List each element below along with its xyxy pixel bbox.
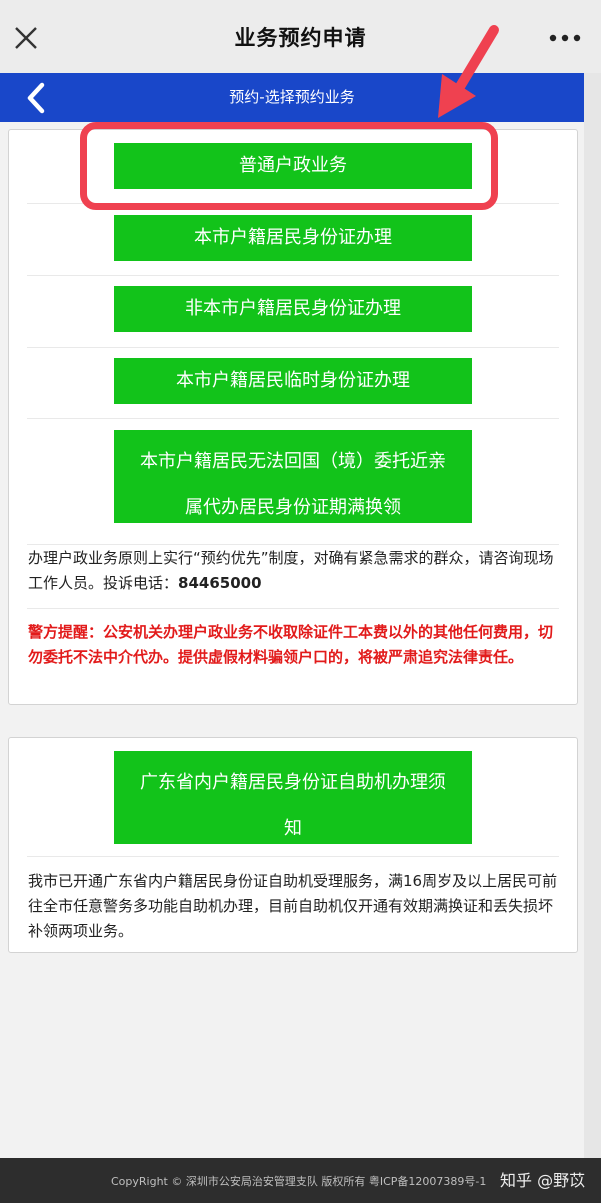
button-label: 本市户籍居民临时身份证办理 <box>176 370 410 391</box>
button-label: 本市户籍居民身份证办理 <box>194 227 392 248</box>
button-general-household-service[interactable]: 普通户政业务 <box>114 143 472 189</box>
list-item: 非本市户籍居民身份证办理 <box>27 275 559 348</box>
button-local-id-card[interactable]: 本市户籍居民身份证办理 <box>114 215 472 261</box>
list-item: 广东省内户籍居民身份证自助机办理须 知 <box>27 738 559 857</box>
list-item: 本市户籍居民无法回国（境）委托近亲 属代办居民身份证期满换领 <box>27 418 559 545</box>
nav-title: 预约-选择预约业务 <box>229 88 355 106</box>
police-warning: 警方提醒：公安机关办理户政业务不收取除证件工本费以外的其他任何费用，切勿委托不法… <box>28 623 554 666</box>
button-proxy-id-renewal[interactable]: 本市户籍居民无法回国（境）委托近亲 属代办居民身份证期满换领 <box>114 430 472 523</box>
page-edge-shadow <box>584 73 601 1158</box>
service-list-card: 普通户政业务 本市户籍居民身份证办理 非本市户籍居民身份证办理 本市户籍居民临时… <box>8 129 578 705</box>
page-title: 业务预约申请 <box>234 26 367 50</box>
nav-bar: 预约-选择预约业务 <box>0 73 584 122</box>
app-title-bar: 业务预约申请 <box>0 0 601 73</box>
more-icon[interactable] <box>547 28 583 48</box>
button-nonlocal-id-card[interactable]: 非本市户籍居民身份证办理 <box>114 286 472 332</box>
list-item: 本市户籍居民身份证办理 <box>27 203 559 276</box>
list-item: 普通户政业务 <box>27 130 559 204</box>
self-service-notice: 我市已开通广东省内户籍居民身份证自助机受理服务，满16周岁及以上居民可前往全市任… <box>28 872 558 940</box>
notice-text: 办理户政业务原则上实行“预约优先”制度，对确有紧急需求的群众，请咨询现场工作人员… <box>28 549 554 592</box>
button-temporary-id-card[interactable]: 本市户籍居民临时身份证办理 <box>114 358 472 404</box>
complaint-phone: 84465000 <box>178 574 262 592</box>
button-label-line: 广东省内户籍居民身份证自助机办理须 <box>140 772 446 793</box>
list-item: 本市户籍居民临时身份证办理 <box>27 347 559 419</box>
footer: CopyRight © 深圳市公安局治安管理支队 版权所有 粤ICP备12007… <box>0 1158 601 1203</box>
button-label-line: 知 <box>284 818 302 839</box>
copyright-text: CopyRight © 深圳市公安局治安管理支队 版权所有 粤ICP备12007… <box>111 1175 487 1188</box>
button-label-line: 本市户籍居民无法回国（境）委托近亲 <box>140 451 446 472</box>
divider <box>27 608 559 609</box>
button-label: 普通户政业务 <box>239 155 347 176</box>
booking-notice: 办理户政业务原则上实行“预约优先”制度，对确有紧急需求的群众，请咨询现场工作人员… <box>28 546 560 596</box>
button-label-line: 属代办居民身份证期满换领 <box>185 497 401 518</box>
button-self-service-kiosk-guide[interactable]: 广东省内户籍居民身份证自助机办理须 知 <box>114 751 472 844</box>
self-service-card: 广东省内户籍居民身份证自助机办理须 知 我市已开通广东省内户籍居民身份证自助机受… <box>8 737 578 953</box>
watermark: 知乎 @野苡 <box>500 1171 586 1190</box>
button-label: 非本市户籍居民身份证办理 <box>185 298 401 319</box>
